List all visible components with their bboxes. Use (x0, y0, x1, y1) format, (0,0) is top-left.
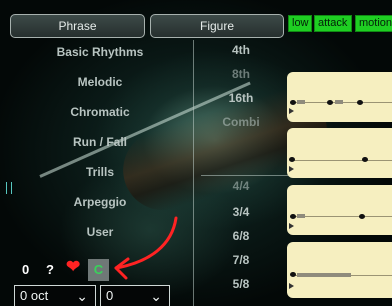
phrase-item-user[interactable]: User (50, 224, 150, 240)
figure-item-8th[interactable]: 8th (215, 66, 267, 82)
note-head (362, 157, 368, 162)
note-head (290, 100, 296, 105)
attack-toggle[interactable]: attack (314, 15, 352, 32)
play-marker-icon (289, 223, 294, 229)
figure-item-3-4[interactable]: 3/4 (215, 204, 267, 220)
figure-item-4th[interactable]: 4th (215, 42, 267, 58)
note-head (327, 100, 333, 105)
rhythm-bar (335, 100, 343, 104)
motion-toggle[interactable]: motion (355, 15, 392, 32)
play-marker-icon (289, 283, 294, 289)
rhythm-bar (297, 273, 351, 277)
tab-phrase[interactable]: Phrase (10, 14, 145, 38)
figure-item-4-4[interactable]: 4/4 (215, 178, 267, 194)
note-head (359, 214, 365, 219)
app-window: Phrase Figure low attack motion Basic Rh… (0, 0, 392, 306)
column-divider (193, 40, 194, 306)
phrase-item-arpeggio[interactable]: Arpeggio (50, 194, 150, 210)
staff-line (293, 216, 392, 217)
figure-item-16th[interactable]: 16th (215, 90, 267, 106)
phrase-item-run-fall[interactable]: Run / Fall (50, 134, 150, 150)
figure-item-7-8[interactable]: 7/8 (215, 252, 267, 268)
tab-figure[interactable]: Figure (150, 14, 284, 38)
key-c-button[interactable]: C (88, 259, 109, 281)
semitone-select[interactable]: 0 ⌄ (100, 285, 170, 306)
staff-line (293, 160, 392, 161)
play-marker-icon (289, 166, 294, 172)
zero-button[interactable]: 0 (22, 262, 29, 278)
phrase-item-basic-rhythms[interactable]: Basic Rhythms (50, 44, 150, 60)
figure-item-combi[interactable]: Combi (215, 114, 267, 130)
heart-icon[interactable]: ❤ (66, 258, 80, 275)
note-head (289, 157, 295, 162)
rhythm-bar (297, 214, 305, 218)
rhythm-preview[interactable] (287, 128, 392, 178)
rhythm-preview[interactable] (287, 242, 392, 298)
octave-select[interactable]: 0 oct ⌄ (14, 285, 96, 306)
semitone-select-value: 0 (106, 288, 114, 303)
chevron-down-icon: ⌄ (76, 288, 88, 304)
note-head (357, 100, 363, 105)
figure-item-6-8[interactable]: 6/8 (215, 228, 267, 244)
note-head (290, 214, 296, 219)
phrase-item-trills[interactable]: Trills (50, 164, 150, 180)
figure-item-5-8[interactable]: 5/8 (215, 276, 267, 292)
note-head (290, 272, 296, 277)
octave-select-value: 0 oct (20, 288, 49, 303)
phrase-item-melodic[interactable]: Melodic (50, 74, 150, 90)
chevron-down-icon: ⌄ (150, 288, 162, 304)
rhythm-bar (297, 100, 305, 104)
low-toggle[interactable]: low (288, 15, 312, 32)
edge-tick-marks (6, 182, 12, 194)
figure-group-divider (201, 175, 288, 176)
help-icon[interactable]: ? (46, 262, 54, 278)
rhythm-preview[interactable] (287, 185, 392, 235)
play-marker-icon (289, 108, 294, 114)
phrase-item-chromatic[interactable]: Chromatic (50, 104, 150, 120)
rhythm-preview[interactable] (287, 72, 392, 122)
